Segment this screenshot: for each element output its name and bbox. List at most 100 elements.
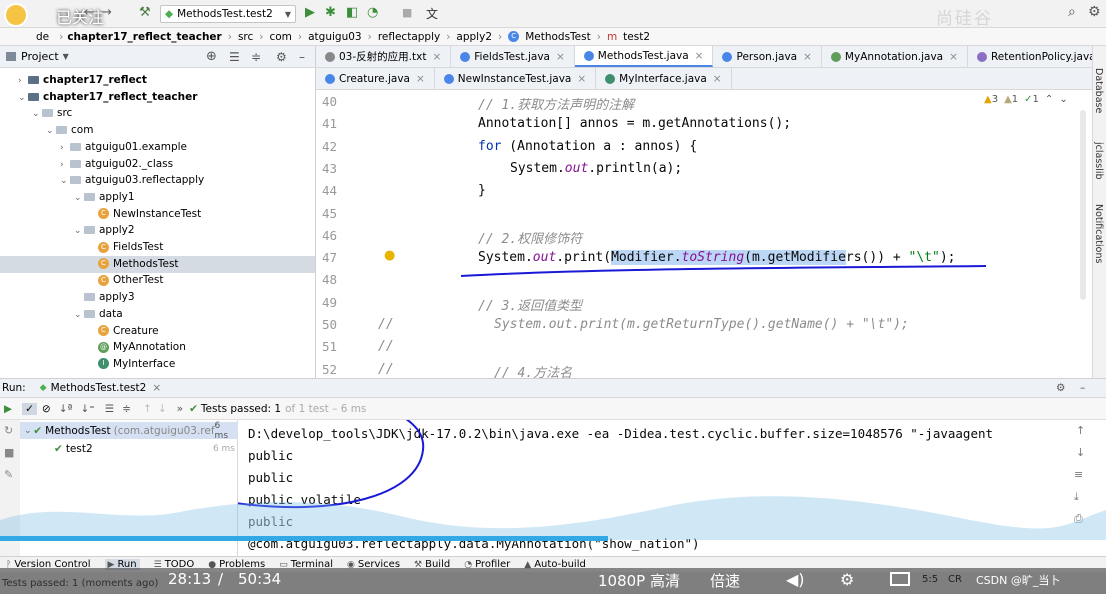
rerun-icon[interactable]: ↻	[4, 424, 13, 437]
breadcrumb-item[interactable]: src	[238, 31, 253, 43]
tree-caret-icon[interactable]: ⌄	[18, 90, 28, 107]
editor-tab[interactable]: NewInstanceTest.java ×	[435, 68, 597, 89]
play-overlay-button[interactable]: ▶	[970, 446, 1054, 516]
close-icon[interactable]: ×	[152, 382, 161, 394]
tree-caret-icon[interactable]: ⌄	[74, 307, 84, 324]
editor-tab[interactable]: FieldsTest.java ×	[451, 46, 575, 67]
tree-caret-icon[interactable]: ⌄	[32, 106, 42, 123]
notifications-tool[interactable]: Notifications	[1093, 204, 1104, 263]
more-icon[interactable]: »	[177, 403, 183, 415]
coverage-icon[interactable]: ◧	[346, 5, 358, 20]
print-icon[interactable]: ⎙	[1074, 512, 1083, 526]
tree-item[interactable]: C MethodsTest	[0, 255, 315, 273]
volume-icon[interactable]: ◀)	[786, 570, 805, 589]
tree-item[interactable]: › atguigu02._class	[0, 156, 315, 174]
locate-icon[interactable]: ⊕	[206, 49, 217, 64]
tree-item[interactable]: ⌄ atguigu03.reflectapply	[0, 172, 315, 190]
sort-duration-icon[interactable]: ↓⁼	[80, 403, 94, 415]
tree-caret-icon[interactable]: ›	[60, 140, 70, 157]
show-ignored-icon[interactable]: ⊘	[42, 403, 51, 415]
sort-alpha-icon[interactable]: ↓ª	[59, 403, 73, 415]
code-editor[interactable]: 40 // 1.获取方法声明的注解 41 Annotation[] annos = m…	[316, 90, 1090, 378]
collapse-all-icon[interactable]: ☰	[229, 50, 240, 64]
editor-tab[interactable]: MyAnnotation.java ×	[822, 46, 968, 67]
scroll-end-icon[interactable]: ⤓	[1074, 490, 1079, 504]
editor-tab[interactable]: Creature.java ×	[316, 68, 435, 89]
tree-item[interactable]: apply3	[0, 289, 315, 306]
close-icon[interactable]: ×	[695, 50, 704, 62]
scroll-up-icon[interactable]: ↑	[1076, 424, 1085, 437]
tree-caret-icon[interactable]: ›	[18, 73, 28, 90]
close-icon[interactable]: ×	[949, 51, 958, 63]
minimize-icon[interactable]: –	[1080, 382, 1085, 394]
tree-caret-icon[interactable]: ⌄	[60, 173, 70, 190]
quality-button[interactable]: 1080P 高清	[598, 570, 680, 591]
editor-tab[interactable]: MethodsTest.java ×	[574, 46, 714, 67]
tree-item[interactable]: C NewInstanceTest	[0, 206, 315, 223]
tree-caret-icon[interactable]: ⌄	[46, 123, 56, 140]
breadcrumb-item[interactable]: atguigu03	[308, 31, 361, 43]
breadcrumb-item[interactable]: com	[269, 31, 291, 43]
debug-icon[interactable]: ✱	[325, 5, 336, 20]
editor-tab[interactable]: Person.java ×	[713, 46, 822, 67]
forward-icon[interactable]: →	[101, 5, 112, 20]
tree-item[interactable]: C Creature	[0, 323, 315, 340]
bulb-icon[interactable]: ●	[384, 248, 395, 263]
hammer-icon[interactable]: ⚒	[139, 5, 151, 20]
tree-item[interactable]: ⌄ chapter17_reflect_teacher	[0, 89, 315, 107]
settings-icon[interactable]: ⚙	[1088, 4, 1101, 20]
run-config-select[interactable]: ◆ MethodsTest.test2 ▼	[160, 5, 296, 23]
settings-icon[interactable]: ⚙	[840, 570, 854, 589]
editor-tab[interactable]: RetentionPolicy.java×	[968, 46, 1106, 67]
tree-item[interactable]: C FieldsTest	[0, 239, 315, 256]
close-icon[interactable]: ×	[803, 51, 812, 63]
jclasslib-tool[interactable]: jclasslib	[1093, 142, 1104, 180]
next-fail-icon[interactable]: ↓	[158, 403, 167, 415]
line-ending[interactable]: CR	[948, 574, 962, 585]
stop-icon[interactable]: ■	[402, 6, 412, 19]
breadcrumb-item[interactable]: apply2	[456, 31, 492, 43]
editor-scrollbar[interactable]	[1080, 110, 1086, 300]
tree-caret-icon[interactable]: ⌄	[74, 190, 84, 207]
close-icon[interactable]: ×	[713, 73, 722, 85]
soft-wrap-icon[interactable]: ≡	[1074, 468, 1083, 481]
speed-button[interactable]: 倍速	[710, 570, 740, 591]
back-icon[interactable]: ←	[84, 5, 95, 20]
breadcrumb-item[interactable]: reflectapply	[378, 31, 440, 43]
breadcrumb-item[interactable]: chapter17_reflect_teacher	[67, 31, 221, 43]
chevron-up-icon[interactable]: ⌃	[1045, 94, 1053, 105]
test-suite-row[interactable]: ⌄ ✔ MethodsTest (com.atguigu03.ref 6 ms	[20, 421, 238, 441]
scroll-down-icon[interactable]: ↓	[1076, 446, 1085, 459]
stop-icon[interactable]: ■	[4, 446, 14, 459]
editor-tab[interactable]: MyInterface.java ×	[596, 68, 732, 89]
search-icon[interactable]: ⌕	[1068, 4, 1076, 20]
translate-icon[interactable]: 文	[426, 5, 438, 22]
pip-icon[interactable]	[890, 572, 910, 586]
tree-item[interactable]: ⌄ src	[0, 105, 315, 123]
tree-item[interactable]: › chapter17_reflect	[0, 72, 315, 90]
tree-item[interactable]: › atguigu01.example	[0, 139, 315, 157]
test-case-row[interactable]: ✔ test2 6 ms	[20, 440, 238, 457]
tree-item[interactable]: ⌄ apply1	[0, 189, 315, 207]
database-tool[interactable]: Database	[1093, 68, 1104, 113]
expand-all-icon[interactable]: ☰	[105, 403, 114, 415]
video-progress-bar[interactable]	[0, 536, 609, 541]
tree-caret-icon[interactable]: ›	[60, 157, 70, 174]
tree-item[interactable]: ⌄ data	[0, 306, 315, 324]
close-icon[interactable]: ×	[577, 73, 586, 85]
close-icon[interactable]: ×	[432, 51, 441, 63]
close-icon[interactable]: ×	[416, 73, 425, 85]
avatar[interactable]	[4, 3, 28, 27]
tree-item[interactable]: C OtherTest	[0, 272, 315, 289]
tree-item[interactable]: I MyInterface	[0, 356, 315, 373]
run-icon[interactable]: ▶	[305, 5, 315, 20]
collapse-all-icon[interactable]: ≑	[122, 403, 131, 415]
inspection-widget[interactable]: ▲ 3 ▲ 1 ✓ 1 ⌃ ⌄	[984, 94, 1068, 105]
chevron-down-icon[interactable]: ⌄	[1059, 94, 1067, 105]
editor-tab[interactable]: 03-反射的应用.txt ×	[316, 46, 452, 67]
prev-fail-icon[interactable]: ↑	[143, 403, 152, 415]
tree-item[interactable]: ⌄ apply2	[0, 222, 315, 239]
tree-item[interactable]: ⌄ com	[0, 122, 315, 140]
gear-icon[interactable]: ⚙	[1056, 382, 1065, 394]
run-config-tab[interactable]: MethodsTest.test2	[51, 382, 147, 394]
